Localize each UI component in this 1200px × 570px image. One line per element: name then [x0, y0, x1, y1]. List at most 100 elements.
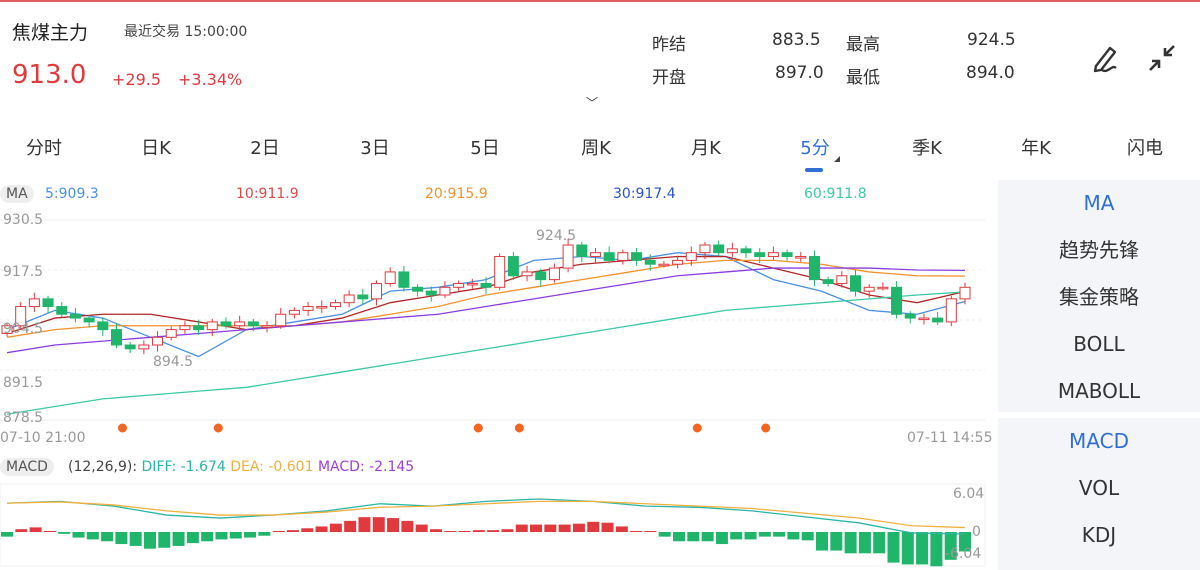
macd-bar: [301, 528, 314, 532]
candle-down: [754, 252, 766, 258]
macd-bar: [801, 532, 814, 541]
recent-time: 15:00:00: [184, 24, 248, 40]
macd-bar: [887, 532, 900, 563]
macd-bar: [472, 530, 485, 532]
ma-tag[interactable]: MA: [0, 185, 34, 203]
macd-frame: [0, 483, 986, 567]
indicator-vol[interactable]: VOL: [998, 465, 1200, 512]
collapse-icon[interactable]: [1144, 40, 1180, 76]
period-dropdown-icon[interactable]: [834, 156, 840, 162]
macd-bar: [601, 522, 614, 532]
macd-bar: [101, 532, 114, 542]
candle-down: [110, 329, 122, 346]
indicator-maboll[interactable]: MABOLL: [998, 368, 1200, 415]
tab-yearly[interactable]: 年K: [1021, 134, 1051, 160]
macd-chart[interactable]: [0, 482, 990, 568]
candle-up: [494, 256, 506, 288]
macd-bar: [143, 532, 156, 549]
macd-bar: [372, 517, 385, 532]
candle-down: [42, 298, 54, 308]
tab-flash[interactable]: 闪电: [1127, 134, 1163, 160]
candle-down: [398, 271, 410, 288]
dea-value: DEA: -0.601: [230, 459, 314, 475]
macd-bar: [29, 527, 42, 532]
macd-bar: [701, 532, 714, 542]
candle-up: [795, 256, 807, 259]
macd-bar: [344, 520, 357, 532]
tab-intraday[interactable]: 分时: [26, 134, 62, 160]
indicator-ma[interactable]: MA: [998, 180, 1200, 227]
macd-bar: [415, 524, 428, 532]
macd-bar: [401, 520, 414, 532]
macd-tag[interactable]: MACD: [0, 458, 54, 476]
macd-bar: [172, 532, 185, 546]
tab-5min[interactable]: 5分: [800, 134, 829, 160]
macd-bar: [544, 524, 557, 532]
signal-dot: [213, 423, 223, 433]
macd-bar: [673, 532, 686, 542]
macd-bar: [816, 532, 829, 551]
macd-bar: [43, 531, 56, 532]
macd-bar: [787, 532, 800, 540]
macd-bar: [530, 524, 543, 532]
tab-quarterly[interactable]: 季K: [912, 134, 942, 160]
candle-down: [603, 252, 615, 261]
candle-up: [152, 336, 164, 346]
expand-chevron-icon[interactable]: ﹀: [586, 94, 598, 111]
y-tick: 904.5: [3, 321, 44, 337]
candle-down: [193, 325, 205, 331]
ma5-value: 5:909.3: [45, 186, 99, 202]
candle-up: [767, 252, 779, 258]
last-price: 913.0: [12, 60, 87, 90]
candle-up: [384, 271, 396, 284]
candle-up: [261, 325, 273, 328]
instrument-name: 焦煤主力: [12, 22, 89, 44]
candle-down: [97, 321, 109, 331]
candle-down: [357, 294, 369, 300]
overlay-indicator-panel: MA 趋势先锋 集金策略 BOLL MABOLL: [998, 180, 1200, 412]
x-start-label: 07-10 21:00: [0, 430, 86, 446]
y-tick: 917.5: [3, 264, 44, 280]
macd-bar: [358, 517, 371, 532]
candle-down: [56, 306, 68, 315]
tab-2day[interactable]: 2日: [250, 134, 279, 160]
macd-bar: [86, 532, 99, 540]
macd-bar: [615, 526, 628, 532]
indicator-kdj[interactable]: KDJ: [998, 512, 1200, 559]
macd-bar: [458, 531, 471, 532]
candle-up: [562, 244, 574, 269]
tab-5day[interactable]: 5日: [470, 134, 499, 160]
macd-bar: [830, 532, 843, 551]
macd-bar: [329, 523, 342, 532]
macd-bar: [858, 532, 871, 554]
candle-up: [658, 263, 670, 267]
candle-down: [740, 248, 752, 254]
macd-bar: [129, 532, 142, 546]
draw-icon[interactable]: [1088, 40, 1124, 76]
indicator-trend-pioneer[interactable]: 趋势先锋: [998, 227, 1200, 274]
ma10-value: 10:911.9: [236, 186, 299, 202]
active-tab-indicator: [805, 168, 823, 172]
macd-bar: [773, 532, 786, 537]
y-tick: 930.5: [3, 212, 44, 228]
candle-up: [685, 252, 697, 261]
tab-monthly[interactable]: 月K: [691, 134, 721, 160]
tab-daily[interactable]: 日K: [141, 134, 171, 160]
macd-bar: [658, 532, 671, 537]
tab-weekly[interactable]: 周K: [581, 134, 611, 160]
macd-bar: [630, 531, 643, 532]
indicator-fund-strategy[interactable]: 集金策略: [998, 274, 1200, 321]
indicator-macd[interactable]: MACD: [998, 418, 1200, 465]
indicator-boll[interactable]: BOLL: [998, 321, 1200, 368]
recent-label: 最近交易: [124, 24, 180, 40]
signal-dot: [692, 423, 702, 433]
ma20-line: [6, 259, 966, 338]
sub-indicator-panel: MACD VOL KDJ: [998, 418, 1200, 570]
macd-params-text: (12,26,9):: [68, 459, 138, 475]
candlestick-chart[interactable]: [0, 205, 990, 445]
tab-3day[interactable]: 3日: [360, 134, 389, 160]
candle-down: [83, 317, 95, 323]
high-value: 924.5: [967, 30, 1016, 50]
macd-y-tick: 0: [972, 524, 981, 540]
candle-down: [220, 321, 232, 327]
